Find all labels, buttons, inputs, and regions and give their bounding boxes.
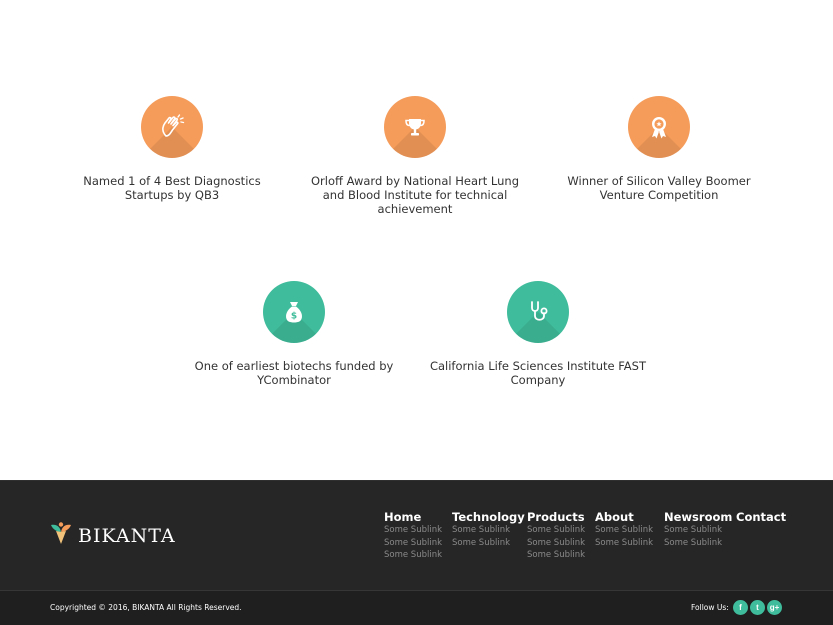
sublink[interactable]: Some Sublink (595, 537, 653, 550)
footer-bottom-bar: Copyrighted © 2016, BIKANTA All Rights R… (0, 590, 833, 625)
logo-text: BIKANTA (78, 524, 176, 547)
sublink[interactable]: Some Sublink (664, 524, 732, 537)
award-caption: Named 1 of 4 Best Diagnostics Startups b… (83, 174, 261, 202)
footer-nav-products: Products Some Sublink Some Sublink Some … (527, 510, 585, 562)
sublink[interactable]: Some Sublink (527, 537, 585, 550)
clapping-hands-icon (141, 96, 203, 158)
footer-nav-newsroom: Newsroom Some Sublink Some Sublink (664, 510, 732, 549)
awards-section: Named 1 of 4 Best Diagnostics Startups b… (0, 0, 833, 480)
award-item: Named 1 of 4 Best Diagnostics Startups b… (62, 96, 282, 202)
award-item: California Life Sciences Institute FAST … (428, 281, 648, 387)
sublink[interactable]: Some Sublink (595, 524, 653, 537)
svg-text:$: $ (291, 312, 297, 322)
nav-link-contact[interactable]: Contact (736, 510, 786, 524)
award-ribbon-icon (628, 96, 690, 158)
bikanta-leaf-icon (50, 521, 72, 550)
award-caption: Orloff Award by National Heart Lung and … (310, 174, 519, 216)
copyright-text: Copyrighted © 2016, BIKANTA All Rights R… (50, 603, 242, 612)
sublink[interactable]: Some Sublink (527, 549, 585, 562)
sublink[interactable]: Some Sublink (384, 549, 442, 562)
award-caption: One of earliest biotechs funded by YComb… (194, 359, 394, 387)
sublink[interactable]: Some Sublink (452, 537, 525, 550)
nav-link-products[interactable]: Products (527, 510, 585, 524)
footer: BIKANTA Home Some Sublink Some Sublink S… (0, 480, 833, 590)
nav-link-home[interactable]: Home (384, 510, 442, 524)
award-caption: California Life Sciences Institute FAST … (429, 359, 647, 387)
sublink[interactable]: Some Sublink (452, 524, 525, 537)
sublink[interactable]: Some Sublink (384, 537, 442, 550)
twitter-icon[interactable]: t (750, 600, 765, 615)
award-item: Winner of Silicon Valley Boomer Venture … (549, 96, 769, 202)
sublink[interactable]: Some Sublink (664, 537, 732, 550)
footer-nav-about: About Some Sublink Some Sublink (595, 510, 653, 549)
facebook-icon[interactable]: f (733, 600, 748, 615)
award-item: Orloff Award by National Heart Lung and … (305, 96, 525, 216)
sublink[interactable]: Some Sublink (384, 524, 442, 537)
google-plus-icon[interactable]: g+ (767, 600, 782, 615)
sublink[interactable]: Some Sublink (527, 524, 585, 537)
nav-link-newsroom[interactable]: Newsroom (664, 510, 732, 524)
nav-link-technology[interactable]: Technology (452, 510, 525, 524)
nav-link-about[interactable]: About (595, 510, 653, 524)
money-bag-icon: $ (263, 281, 325, 343)
trophy-icon (384, 96, 446, 158)
footer-nav-home: Home Some Sublink Some Sublink Some Subl… (384, 510, 442, 562)
stethoscope-icon (507, 281, 569, 343)
award-caption: Winner of Silicon Valley Boomer Venture … (567, 174, 751, 202)
footer-nav-contact: Contact (736, 510, 786, 524)
footer-nav-technology: Technology Some Sublink Some Sublink (452, 510, 525, 549)
follow-us-label: Follow Us: (691, 603, 729, 612)
award-item: $ One of earliest biotechs funded by YCo… (184, 281, 404, 387)
logo[interactable]: BIKANTA (50, 521, 176, 550)
